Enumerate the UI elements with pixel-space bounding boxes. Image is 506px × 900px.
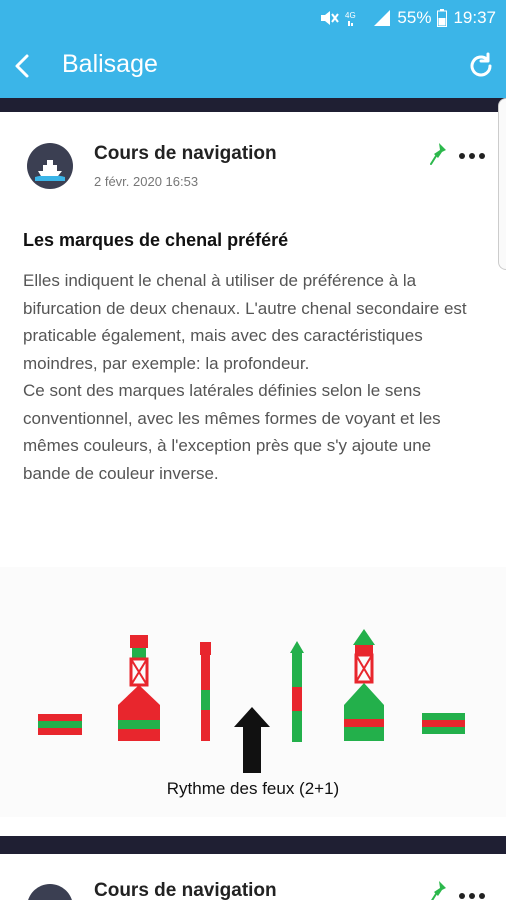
- post-author[interactable]: Cours de navigation: [94, 143, 277, 165]
- battery-icon: [437, 9, 448, 27]
- post-paragraph: Ce sont des marques latérales définies s…: [23, 381, 441, 483]
- avatar[interactable]: [27, 143, 73, 189]
- feed-divider: [0, 98, 506, 112]
- status-bar: 4G 55% 19:37: [0, 0, 506, 35]
- spar-red: [200, 642, 211, 741]
- avatar[interactable]: [27, 884, 73, 900]
- scroll-handle[interactable]: [498, 98, 506, 270]
- spar-green: [290, 641, 304, 742]
- mute-icon: [321, 11, 340, 25]
- post-title: Les marques de chenal préféré: [23, 230, 289, 250]
- figure-caption: Rythme des feux (2+1): [166, 779, 340, 798]
- cell-signal-icon: [374, 10, 391, 26]
- data-signal-icon: 4G: [345, 11, 356, 26]
- back-arrow-icon[interactable]: [8, 49, 38, 83]
- arrow-up-icon: [234, 707, 270, 773]
- post-body: Elles indiquent le chenal à utiliser de …: [23, 267, 483, 487]
- pin-icon[interactable]: [430, 880, 450, 900]
- post-card: Cours de navigation: [0, 854, 506, 900]
- flat-mark-green-right: [422, 713, 465, 734]
- clock: 19:37: [453, 8, 496, 27]
- more-options-icon[interactable]: [458, 892, 486, 900]
- post-date: 2 févr. 2020 16:53: [94, 174, 199, 189]
- battery-percent: 55%: [397, 8, 432, 27]
- refresh-icon[interactable]: [466, 51, 496, 81]
- ship-logo-icon: [35, 160, 65, 181]
- feed-divider: [0, 836, 506, 854]
- app-bar: Balisage: [0, 35, 506, 98]
- post-paragraph: Elles indiquent le chenal à utiliser de …: [23, 271, 467, 373]
- post-author[interactable]: Cours de navigation: [94, 880, 277, 900]
- pin-icon[interactable]: [430, 142, 450, 166]
- flat-mark-red-left: [38, 714, 82, 735]
- page-title: Balisage: [62, 50, 158, 78]
- post-card: Cours de navigation 2 févr. 2020 16:53 L…: [0, 112, 506, 836]
- buoy-green-cone: [344, 629, 384, 741]
- buoy-red-can: [118, 635, 160, 741]
- svg-text:4G: 4G: [345, 11, 356, 20]
- more-options-icon[interactable]: [458, 152, 486, 160]
